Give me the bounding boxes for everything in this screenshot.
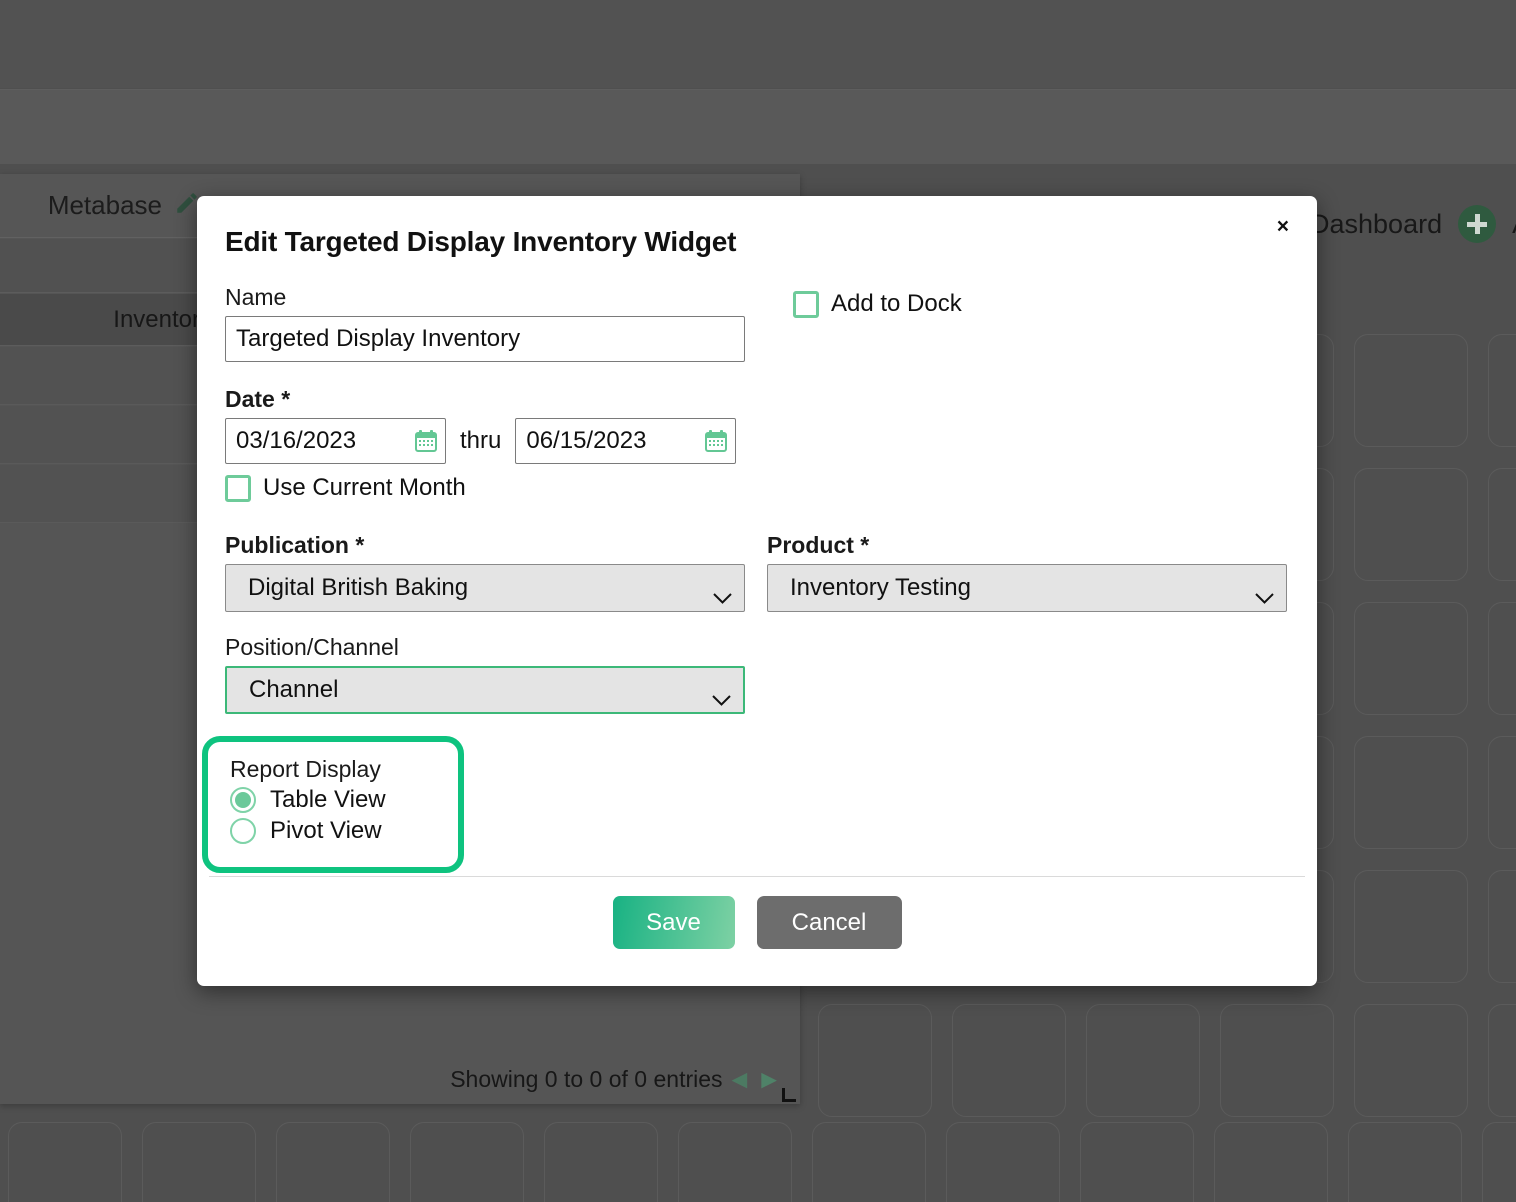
name-field-group: Name — [225, 284, 745, 362]
publication-field-group: Publication * Digital British Baking — [225, 532, 745, 612]
modal-body: Name Add to Dock Date * — [225, 284, 1295, 714]
chevron-down-icon — [712, 685, 731, 696]
start-date-input[interactable] — [225, 418, 446, 464]
report-display-group: Report Display Table View Pivot View — [202, 736, 464, 873]
date-label: Date * — [225, 386, 1295, 413]
modal-overlay: × Edit Targeted Display Inventory Widget… — [0, 0, 1516, 1202]
add-to-dock-checkbox[interactable] — [793, 291, 819, 318]
table-view-label: Table View — [270, 786, 386, 814]
add-to-dock-row[interactable]: Add to Dock — [793, 290, 962, 318]
position-channel-select[interactable]: Channel — [225, 666, 745, 714]
pivot-view-label: Pivot View — [270, 817, 382, 845]
chevron-down-icon — [1255, 583, 1274, 594]
name-row: Name Add to Dock — [225, 284, 1295, 362]
chevron-down-icon — [713, 583, 732, 594]
date-field-group: Date * — [225, 386, 1295, 502]
date-inputs-row: thru — [225, 418, 1295, 464]
product-label: Product * — [767, 532, 1287, 559]
end-date-wrapper — [515, 418, 736, 464]
modal-footer: Save Cancel — [197, 896, 1317, 949]
cancel-button[interactable]: Cancel — [757, 896, 902, 949]
start-date-wrapper — [225, 418, 446, 464]
product-select[interactable]: Inventory Testing — [767, 564, 1287, 612]
report-display-option-pivot[interactable]: Pivot View — [230, 817, 458, 845]
close-icon[interactable]: × — [1271, 212, 1295, 241]
position-channel-label: Position/Channel — [225, 634, 745, 661]
date-separator-label: thru — [460, 418, 501, 464]
position-channel-select-value: Channel — [249, 676, 338, 704]
product-field-group: Product * Inventory Testing — [767, 532, 1287, 612]
save-button[interactable]: Save — [613, 896, 735, 949]
product-select-value: Inventory Testing — [790, 574, 971, 602]
use-current-month-label: Use Current Month — [263, 474, 466, 502]
add-to-dock-label: Add to Dock — [831, 290, 962, 318]
position-channel-field-group: Position/Channel Channel — [225, 634, 745, 714]
publication-select[interactable]: Digital British Baking — [225, 564, 745, 612]
selects-row: Publication * Digital British Baking Pro… — [225, 532, 1295, 612]
use-current-month-row[interactable]: Use Current Month — [225, 474, 1295, 502]
name-label: Name — [225, 284, 745, 311]
use-current-month-checkbox[interactable] — [225, 475, 251, 502]
modal-title: Edit Targeted Display Inventory Widget — [225, 226, 736, 258]
name-input[interactable] — [225, 316, 745, 362]
publication-select-value: Digital British Baking — [248, 574, 468, 602]
footer-divider — [209, 876, 1305, 877]
pivot-view-radio[interactable] — [230, 818, 256, 844]
report-display-option-table[interactable]: Table View — [230, 786, 458, 814]
table-view-radio[interactable] — [230, 787, 256, 813]
end-date-input[interactable] — [515, 418, 736, 464]
publication-label: Publication * — [225, 532, 745, 559]
report-display-label: Report Display — [230, 756, 458, 783]
